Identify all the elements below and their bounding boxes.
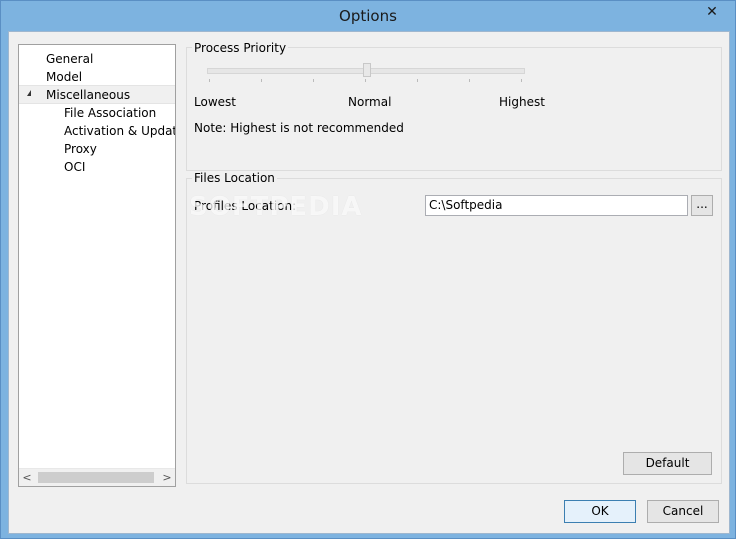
close-icon[interactable]: ✕ xyxy=(695,2,729,22)
slider-tick xyxy=(209,79,210,82)
options-window: Options ✕ General Model Miscellaneous Fi… xyxy=(0,0,736,539)
slider-thumb[interactable] xyxy=(363,63,371,77)
tree-item-model[interactable]: Model xyxy=(46,68,82,86)
expand-triangle-icon[interactable] xyxy=(27,90,31,96)
priority-normal-label: Normal xyxy=(348,95,392,109)
process-priority-group xyxy=(186,47,722,171)
tree-item-activation-updater[interactable]: Activation & Updater xyxy=(64,122,175,140)
tree-item-proxy[interactable]: Proxy xyxy=(64,140,97,158)
priority-highest-label: Highest xyxy=(499,95,545,109)
tree-item-general[interactable]: General xyxy=(46,50,93,68)
scroll-left-icon[interactable]: < xyxy=(19,469,35,486)
tree-horizontal-scrollbar[interactable]: < > xyxy=(19,468,175,486)
slider-tick xyxy=(261,79,262,82)
slider-tick xyxy=(417,79,418,82)
slider-tick xyxy=(521,79,522,82)
cancel-button[interactable]: Cancel xyxy=(647,500,719,523)
window-title: Options xyxy=(339,7,397,25)
title-bar[interactable]: Options ✕ xyxy=(1,1,735,31)
default-button[interactable]: Default xyxy=(623,452,712,475)
profiles-location-input[interactable]: C:\Softpedia xyxy=(425,195,688,216)
settings-tree[interactable]: General Model Miscellaneous File Associa… xyxy=(18,44,176,487)
priority-note: Note: Highest is not recommended xyxy=(194,121,404,135)
tree-item-oci[interactable]: OCI xyxy=(64,158,85,176)
slider-tick xyxy=(365,79,366,82)
dialog-body: General Model Miscellaneous File Associa… xyxy=(8,31,730,534)
tree-item-miscellaneous[interactable]: Miscellaneous xyxy=(46,86,130,104)
slider-tick xyxy=(469,79,470,82)
files-location-group xyxy=(186,178,722,484)
browse-button[interactable]: ... xyxy=(691,195,713,216)
slider-tick xyxy=(313,79,314,82)
ok-button[interactable]: OK xyxy=(564,500,636,523)
scrollbar-thumb[interactable] xyxy=(38,472,154,483)
priority-lowest-label: Lowest xyxy=(194,95,236,109)
tree-item-file-association[interactable]: File Association xyxy=(64,104,156,122)
profiles-location-label: Profiles Location: xyxy=(194,199,297,213)
process-priority-title: Process Priority xyxy=(192,41,289,55)
files-location-title: Files Location xyxy=(192,171,277,185)
scroll-right-icon[interactable]: > xyxy=(159,469,175,486)
